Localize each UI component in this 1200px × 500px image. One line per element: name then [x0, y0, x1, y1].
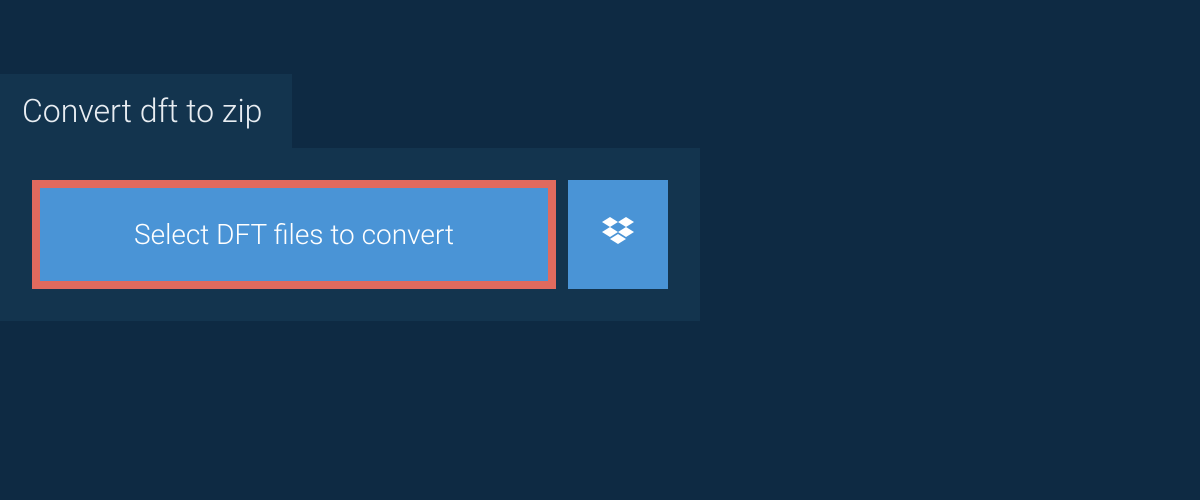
select-files-label: Select DFT files to convert — [134, 218, 454, 251]
dropbox-icon — [598, 213, 638, 257]
conversion-panel: Select DFT files to convert — [0, 148, 700, 321]
dropbox-button[interactable] — [568, 180, 668, 289]
select-files-button[interactable]: Select DFT files to convert — [32, 180, 556, 289]
tab-label: Convert dft to zip — [22, 92, 262, 130]
tab-convert[interactable]: Convert dft to zip — [0, 74, 292, 148]
